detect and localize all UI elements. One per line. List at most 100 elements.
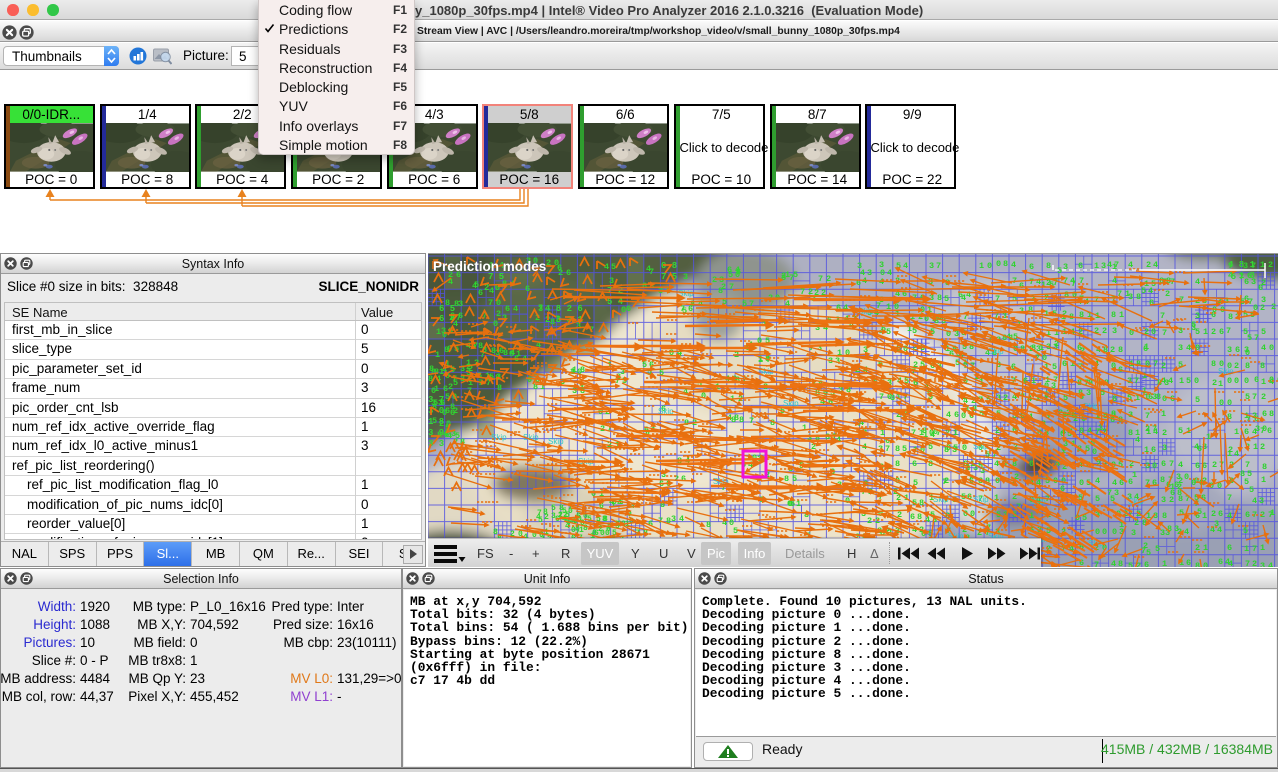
svg-text:4: 4	[994, 459, 999, 469]
svg-text:7: 7	[1094, 560, 1099, 567]
svg-text:3: 3	[1086, 388, 1091, 398]
svg-text:1: 1	[1119, 310, 1124, 320]
svg-text:6: 6	[626, 304, 631, 314]
svg-text:4: 4	[1217, 525, 1222, 535]
svg-text:0: 0	[1072, 290, 1077, 300]
svg-text:4: 4	[1269, 377, 1274, 387]
svg-text:6: 6	[727, 265, 732, 275]
svg-text:3: 3	[1244, 345, 1249, 355]
svg-text:1: 1	[1179, 376, 1184, 386]
svg-text:2: 2	[867, 516, 872, 526]
svg-text:7: 7	[1145, 411, 1150, 421]
svg-text:0: 0	[1194, 376, 1199, 386]
svg-text:4: 4	[679, 514, 684, 524]
svg-text:5: 5	[1261, 327, 1266, 337]
svg-text:4: 4	[1112, 478, 1117, 488]
svg-text:4: 4	[966, 290, 971, 300]
svg-text:0: 0	[1102, 527, 1107, 537]
svg-text:6: 6	[566, 268, 571, 278]
svg-text:6: 6	[1218, 557, 1223, 567]
svg-text:8: 8	[493, 528, 498, 537]
svg-text:0: 0	[1244, 376, 1249, 386]
svg-text:4: 4	[1095, 476, 1100, 486]
svg-text:5: 5	[453, 378, 458, 388]
svg-text:1: 1	[1261, 475, 1266, 485]
svg-text:1: 1	[1135, 428, 1140, 438]
svg-text:5: 5	[1195, 395, 1200, 405]
svg-text:6: 6	[525, 284, 530, 294]
svg-text:3: 3	[1261, 295, 1266, 305]
svg-text:2: 2	[1110, 345, 1115, 355]
svg-text:4: 4	[1234, 449, 1239, 459]
svg-text:8: 8	[1178, 494, 1183, 504]
svg-text:0 8: 0 8	[661, 261, 677, 271]
svg-text:6: 6	[1062, 359, 1067, 369]
svg-text:6: 6	[1254, 375, 1259, 385]
svg-text:4: 4	[1178, 460, 1183, 470]
svg-text:4 1 8: 4 1 8	[1228, 271, 1255, 281]
svg-text:1: 1	[436, 327, 441, 337]
svg-text:6: 6	[954, 410, 959, 420]
svg-text:6: 6	[1186, 558, 1191, 567]
svg-text:5: 5	[793, 270, 798, 280]
svg-text:7: 7	[818, 274, 823, 284]
svg-text:5: 5	[611, 262, 616, 272]
svg-text:7: 7	[1245, 559, 1250, 567]
svg-text:3: 3	[551, 512, 556, 521]
svg-text:7: 7	[1252, 544, 1257, 554]
svg-text:8: 8	[1111, 310, 1116, 320]
svg-text:4: 4	[1011, 260, 1016, 270]
svg-text:8: 8	[784, 474, 789, 484]
svg-text:2: 2	[1178, 476, 1183, 486]
svg-text:3: 3	[996, 393, 1001, 403]
svg-text:3: 3	[835, 356, 840, 366]
svg-text:5: 5	[1243, 526, 1248, 536]
svg-text:2: 2	[1143, 541, 1148, 551]
svg-text:3 7: 3 7	[428, 395, 444, 405]
svg-text:2: 2	[496, 309, 501, 319]
svg-text:1: 1	[1146, 427, 1151, 437]
svg-text:7: 7	[1179, 295, 1184, 305]
svg-text:5: 5	[886, 327, 891, 337]
svg-text:8: 8	[1003, 259, 1008, 269]
svg-text:4: 4	[1261, 343, 1266, 353]
svg-text:2: 2	[1260, 442, 1265, 452]
svg-text:6: 6	[912, 459, 917, 469]
svg-text:2: 2	[1211, 509, 1216, 519]
svg-text:4: 4	[646, 264, 651, 274]
svg-text:4: 4	[1087, 426, 1092, 436]
svg-text:0: 0	[995, 476, 1000, 486]
svg-text:8: 8	[706, 520, 711, 530]
svg-text:2: 2	[1161, 361, 1166, 371]
svg-text:3: 3	[1019, 306, 1024, 316]
svg-text:5: 5	[474, 280, 479, 290]
svg-text:1: 1	[1234, 427, 1239, 437]
svg-text:7: 7	[1162, 328, 1167, 338]
svg-text:5: 5	[944, 294, 949, 304]
svg-text:1: 1	[1260, 543, 1265, 553]
svg-text:Skip: Skip	[548, 437, 564, 446]
svg-text:8: 8	[770, 418, 775, 428]
svg-text:3: 3	[1128, 292, 1133, 302]
svg-text:3: 3	[1112, 326, 1117, 336]
svg-text:8: 8	[1195, 561, 1200, 567]
svg-text:6: 6	[1235, 345, 1240, 355]
svg-text:6: 6	[1149, 298, 1154, 308]
svg-text:2: 2	[558, 268, 563, 278]
svg-text:4: 4	[1153, 427, 1158, 437]
svg-text:4: 4	[1153, 260, 1158, 270]
svg-text:6: 6	[1211, 310, 1216, 320]
svg-text:0: 0	[1112, 527, 1117, 537]
svg-text:6: 6	[681, 474, 686, 484]
svg-text:3: 3	[1145, 461, 1150, 471]
svg-text:6: 6	[1219, 327, 1224, 337]
svg-text:0: 0	[669, 348, 674, 358]
svg-text:3: 3	[1160, 528, 1165, 538]
svg-text:0: 0	[1219, 398, 1224, 408]
svg-text:8: 8	[450, 402, 455, 412]
svg-text:3: 3	[1260, 561, 1265, 567]
svg-text:3: 3	[1195, 311, 1200, 321]
svg-text:0: 0	[527, 375, 532, 385]
svg-text:2: 2	[466, 362, 471, 372]
svg-text:3: 3	[1224, 296, 1229, 306]
